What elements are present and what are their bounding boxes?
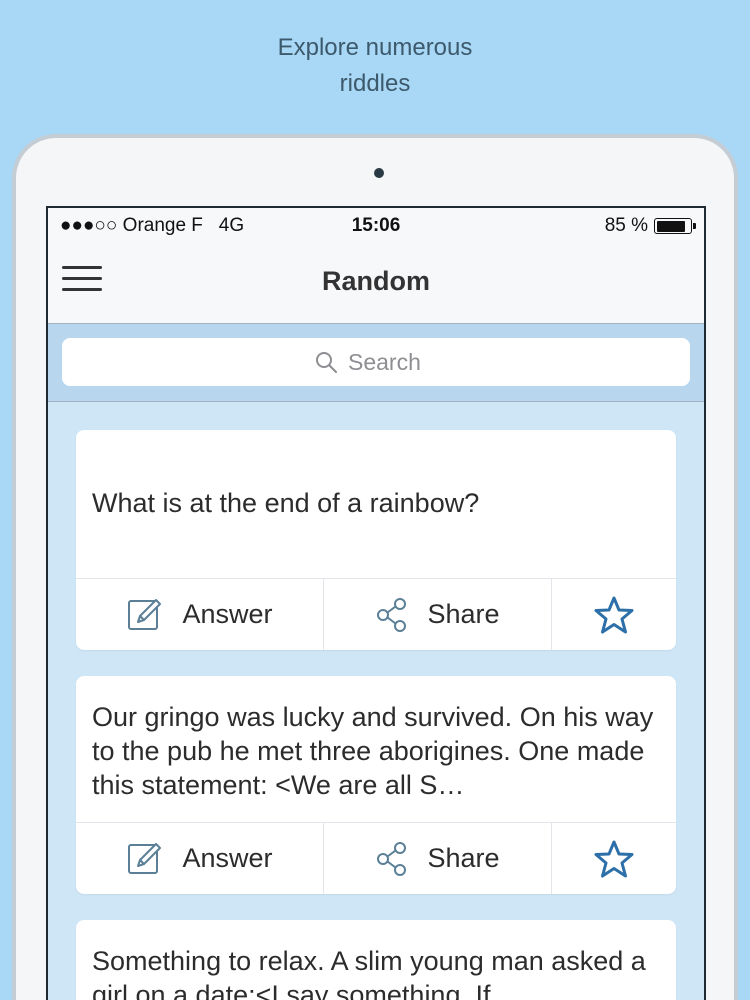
search-bar-container bbox=[48, 324, 704, 402]
promo-line-2: riddles bbox=[339, 70, 411, 97]
share-button[interactable]: Share bbox=[324, 579, 552, 650]
edit-icon bbox=[126, 596, 164, 634]
search-bar[interactable] bbox=[62, 338, 690, 386]
status-bar: ●●●○○ Orange F 4G 15:06 85 % bbox=[48, 208, 704, 242]
share-icon bbox=[375, 841, 409, 877]
battery-status: 85 % bbox=[604, 215, 696, 237]
navigation-bar: Random bbox=[48, 242, 704, 324]
battery-percent: 85 % bbox=[604, 215, 648, 236]
promo-line-1: Explore numerous bbox=[277, 34, 473, 61]
share-label: Share bbox=[427, 843, 500, 873]
share-label: Share bbox=[427, 599, 500, 629]
answer-label: Answer bbox=[182, 599, 273, 629]
battery-fill bbox=[656, 220, 685, 232]
riddle-card[interactable]: What is at the end of a rainbow? Answer … bbox=[76, 430, 676, 650]
riddle-card[interactable]: Our gringo was lucky and survived. On hi… bbox=[76, 676, 676, 894]
riddle-text: What is at the end of a rainbow? bbox=[92, 488, 480, 518]
battery-icon bbox=[654, 218, 696, 234]
page-title: Random bbox=[322, 266, 430, 296]
riddle-list: What is at the end of a rainbow? Answer … bbox=[48, 402, 704, 1000]
star-icon bbox=[594, 596, 634, 634]
app-screen: ●●●○○ Orange F 4G 15:06 85 % Random Sear… bbox=[46, 206, 706, 1000]
camera-dot bbox=[374, 168, 384, 178]
tablet-frame: ●●●○○ Orange F 4G 15:06 85 % Random Sear… bbox=[12, 134, 738, 1000]
promo-caption: Explore numerous riddles bbox=[0, 30, 750, 102]
riddle-card[interactable]: Something to relax. A slim young man ask… bbox=[76, 920, 676, 1000]
favorite-button[interactable] bbox=[552, 823, 676, 894]
search-input[interactable] bbox=[348, 348, 438, 376]
share-icon bbox=[375, 597, 409, 633]
favorite-button[interactable] bbox=[552, 579, 676, 650]
riddle-actions: Answer Share bbox=[76, 822, 676, 894]
edit-icon bbox=[126, 840, 164, 878]
star-icon bbox=[594, 840, 634, 878]
riddle-actions: Answer Share bbox=[76, 578, 676, 650]
answer-button[interactable]: Answer bbox=[76, 823, 324, 894]
search-icon bbox=[314, 350, 338, 374]
riddle-text: Something to relax. A slim young man ask… bbox=[92, 946, 646, 1000]
share-button[interactable]: Share bbox=[324, 823, 552, 894]
answer-label: Answer bbox=[182, 843, 273, 873]
answer-button[interactable]: Answer bbox=[76, 579, 324, 650]
riddle-text: Our gringo was lucky and survived. On hi… bbox=[92, 702, 654, 800]
